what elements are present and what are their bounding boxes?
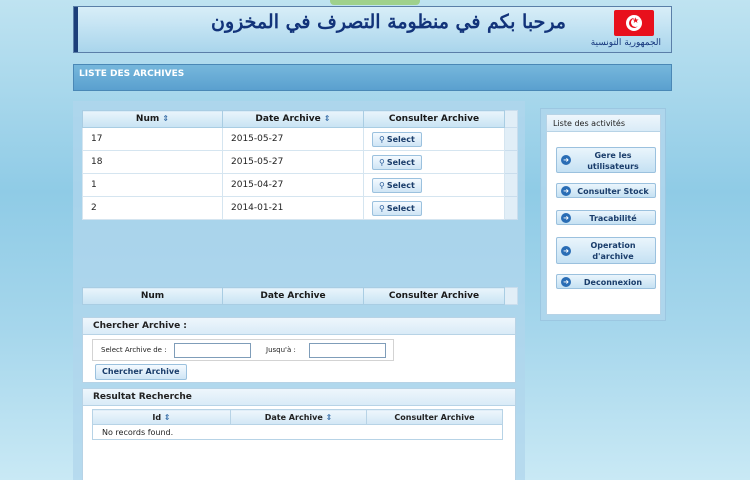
select-button[interactable]: ⚲ Select [372,200,422,216]
column-header-date[interactable]: Date Archive ⇕ [230,409,367,425]
consult-stock-button[interactable]: ➜ Consulter Stock [556,183,656,198]
cell-num: 17 [82,127,223,151]
from-label: Select Archive de : [101,346,167,354]
scrollbar-track[interactable] [504,173,518,197]
table-row[interactable]: 1 2015-04-27 ⚲ Select [82,173,518,197]
table-row[interactable]: 17 2015-05-27 ⚲ Select [82,127,518,151]
table-row: No records found. [92,424,503,440]
column-header-date[interactable]: Date Archive ⇕ [222,110,364,128]
cell-date: 2015-04-27 [222,173,364,197]
sidebar: Liste des activités ➜ Gere les utilisate… [540,108,666,321]
traceability-button[interactable]: ➜ Tracabilité [556,210,656,225]
table-header-row: Num ⇕ Date Archive ⇕ Consulter Archive [82,110,518,128]
results-panel: Resultat Recherche Id ⇕ Date Archive ⇕ C… [82,388,516,480]
main-content: Num ⇕ Date Archive ⇕ Consulter Archive 1… [73,101,525,480]
search-icon: ⚲ [379,180,385,190]
table-header-row: Num Date Archive Consulter Archive [82,287,518,305]
scrollbar-header [504,110,518,128]
arrow-right-icon: ➜ [561,245,571,256]
arrow-right-icon: ➜ [561,212,571,223]
results-table: Id ⇕ Date Archive ⇕ Consulter Archive No… [91,409,503,440]
search-icon: ⚲ [379,157,385,167]
cell-num: 18 [82,150,223,174]
select-button[interactable]: ⚲ Select [372,154,422,170]
archive-operation-button[interactable]: ➜ Operation d'archive [556,237,656,264]
page-title: LISTE DES ARCHIVES [73,64,672,91]
scrollbar-track[interactable] [504,127,518,151]
select-button[interactable]: ⚲ Select [372,177,422,193]
scrollbar-header [504,287,518,305]
logout-button[interactable]: ➜ Deconnexion [556,274,656,289]
republic-label: الجمهورية التونسية [590,38,661,48]
sort-icon[interactable]: ⇕ [324,114,331,123]
manage-users-button[interactable]: ➜ Gere les utilisateurs [556,147,656,173]
header-banner: مرحبا بكم في منظومة التصرف في المخزون ★ … [73,6,672,53]
column-header-id[interactable]: Id ⇕ [91,409,232,425]
sort-icon[interactable]: ⇕ [326,413,333,422]
column-header-date: Date Archive [222,287,364,305]
top-decoration [330,0,420,5]
search-panel: Chercher Archive : Select Archive de : J… [82,317,516,383]
column-header-consulter: Consulter Archive [363,110,505,128]
arrow-right-icon: ➜ [561,185,571,196]
empty-message: No records found. [92,424,503,440]
sort-icon[interactable]: ⇕ [164,413,171,422]
table-row[interactable]: 2 2014-01-21 ⚲ Select [82,196,518,220]
cell-date: 2014-01-21 [222,196,364,220]
cell-num: 2 [82,196,223,220]
to-label: Jusqu'à : [266,346,296,354]
arrow-right-icon: ➜ [561,276,571,287]
cell-date: 2015-05-27 [222,150,364,174]
search-archive-button[interactable]: Chercher Archive [95,364,187,380]
scrollbar-track[interactable] [504,150,518,174]
sidebar-heading: Liste des activités [547,115,660,132]
column-header-num: Num [82,287,223,305]
archive-detail-table: Num Date Archive Consulter Archive [82,287,518,305]
scrollbar-track[interactable] [504,196,518,220]
column-header-consulter: Consulter Archive [366,409,503,425]
banner-accent-bar [74,7,78,52]
column-header-consulter: Consulter Archive [363,287,505,305]
archives-table: Num ⇕ Date Archive ⇕ Consulter Archive 1… [82,110,518,220]
banner-title: مرحبا بكم في منظومة التصرف في المخزون [211,11,566,33]
search-form: Select Archive de : Jusqu'à : [92,339,394,361]
search-icon: ⚲ [379,203,385,213]
search-panel-heading: Chercher Archive : [83,318,515,335]
sort-icon[interactable]: ⇕ [162,114,169,123]
results-panel-heading: Resultat Recherche [83,389,515,406]
table-row[interactable]: 18 2015-05-27 ⚲ Select [82,150,518,174]
cell-date: 2015-05-27 [222,127,364,151]
activities-panel: Liste des activités ➜ Gere les utilisate… [546,114,661,315]
archive-from-input[interactable] [174,343,251,358]
arrow-right-icon: ➜ [561,155,571,165]
archive-to-input[interactable] [309,343,386,358]
table-header-row: Id ⇕ Date Archive ⇕ Consulter Archive [91,409,503,425]
tunisia-flag-icon: ★ [614,10,654,36]
select-button[interactable]: ⚲ Select [372,131,422,147]
column-header-num[interactable]: Num ⇕ [82,110,223,128]
cell-num: 1 [82,173,223,197]
search-icon: ⚲ [379,134,385,144]
